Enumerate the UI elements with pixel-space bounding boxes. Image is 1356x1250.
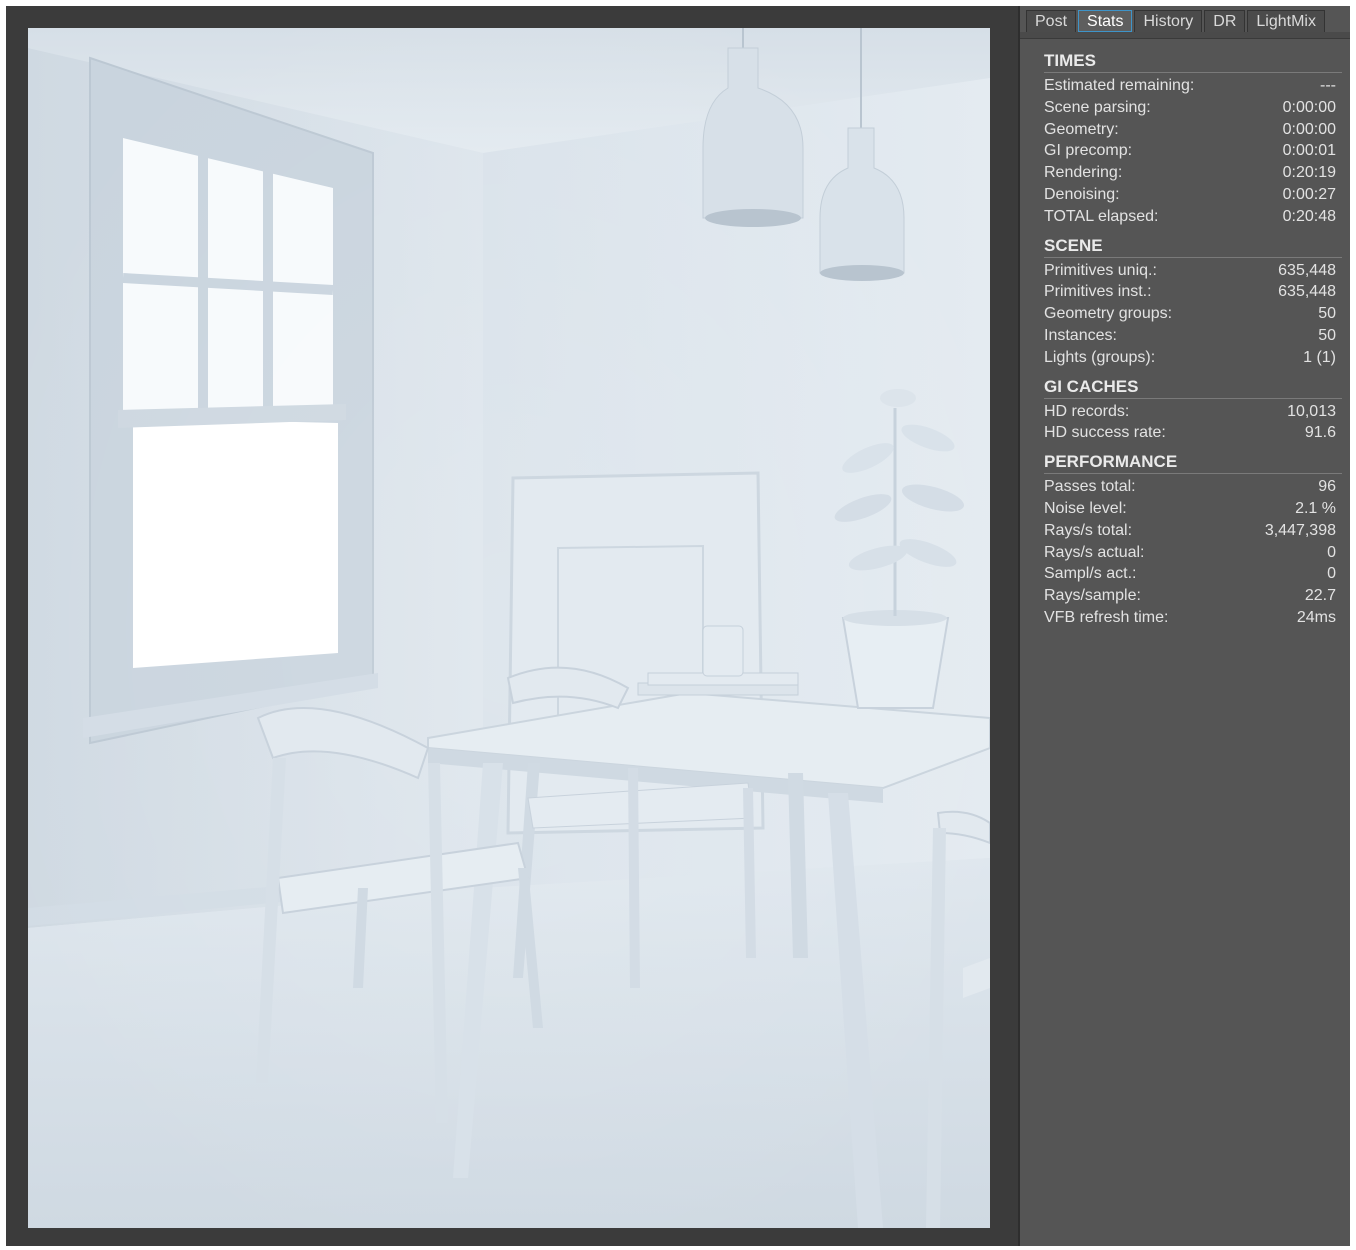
stat-row: VFB refresh time: 24ms [1044, 607, 1342, 629]
stat-label: VFB refresh time: [1044, 608, 1169, 626]
stats-panel: Post Stats History DR LightMix TIMES Est… [1018, 6, 1350, 1246]
stat-row: Scene parsing: 0:00:00 [1044, 97, 1342, 119]
stat-label: Rays/s actual: [1044, 543, 1145, 561]
stat-row: HD records: 10,013 [1044, 401, 1342, 423]
stat-row: Geometry: 0:00:00 [1044, 119, 1342, 141]
stat-label: HD records: [1044, 402, 1130, 420]
stat-value: 3,447,398 [1264, 521, 1336, 539]
stat-value: 22.7 [1304, 587, 1336, 605]
stat-row: Lights (groups): 1 (1) [1044, 347, 1342, 369]
stat-label: Geometry: [1044, 120, 1119, 138]
stat-value: 24ms [1296, 608, 1336, 626]
scene-rows: Primitives uniq.: 635,448 Primitives inst.… [1044, 260, 1342, 369]
stat-value: --- [1320, 77, 1336, 94]
stat-value: 0:20:19 [1282, 164, 1336, 182]
stat-label: Denoising: [1044, 185, 1120, 203]
stat-row: Passes total: 96 [1044, 476, 1342, 498]
stat-row: TOTAL elapsed: 0:20:48 [1044, 206, 1342, 228]
rendered-image[interactable] [28, 28, 990, 1228]
tab-history[interactable]: History [1134, 10, 1203, 32]
stat-row: Rays/s actual: 0 [1044, 542, 1342, 564]
tab-dr[interactable]: DR [1204, 10, 1246, 32]
stat-row: HD success rate: 91.6 [1044, 422, 1342, 444]
tab-post[interactable]: Post [1026, 10, 1077, 32]
stat-row: Primitives uniq.: 635,448 [1044, 260, 1342, 282]
stat-label: Rays/s total: [1044, 521, 1133, 539]
stat-value: 0:00:01 [1282, 142, 1336, 160]
tab-lightmix[interactable]: LightMix [1247, 10, 1325, 32]
stat-label: TOTAL elapsed: [1044, 207, 1159, 225]
stat-label: HD success rate: [1044, 424, 1166, 442]
stat-label: GI precomp: [1044, 142, 1133, 160]
panel-tabs: Post Stats History DR LightMix [1026, 10, 1327, 32]
section-title-gi-caches: GI CACHES [1044, 376, 1342, 399]
section-title-scene: SCENE [1044, 235, 1342, 258]
stat-label: Primitives inst.: [1044, 283, 1152, 301]
stat-value: 50 [1318, 326, 1336, 344]
stat-row: Rendering: 0:20:19 [1044, 162, 1342, 184]
stat-label: Scene parsing: [1044, 98, 1151, 116]
stat-value: 1 (1) [1303, 348, 1336, 366]
stat-label: Estimated remaining: [1044, 77, 1195, 94]
performance-rows: Passes total: 96 Noise level: 2.1 % Rays/s t… [1044, 476, 1342, 629]
stat-value: 96 [1318, 478, 1336, 496]
stat-label: Passes total: [1044, 478, 1136, 496]
stat-value: 0:20:48 [1282, 207, 1336, 225]
gi-caches-rows: HD records: 10,013 HD success rate: 91.6 [1044, 401, 1342, 445]
stat-value: 635,448 [1278, 261, 1336, 279]
stat-value: 0:00:00 [1282, 120, 1336, 138]
stat-value: 91.6 [1304, 424, 1336, 442]
stat-row: Geometry groups: 50 [1044, 303, 1342, 325]
stat-row: Denoising: 0:00:27 [1044, 184, 1342, 206]
frame-buffer-window: Post Stats History DR LightMix TIMES Est… [6, 6, 1350, 1246]
stat-row: Sampl/s act.: 0 [1044, 563, 1342, 585]
stat-label: Lights (groups): [1044, 348, 1156, 366]
stat-value: 50 [1318, 305, 1336, 323]
stat-row: Instances: 50 [1044, 325, 1342, 347]
stat-row: Primitives inst.: 635,448 [1044, 281, 1342, 303]
stat-label: Rays/sample: [1044, 587, 1141, 605]
times-rows: Estimated remaining: --- Scene parsing: 0:0… [1044, 75, 1342, 228]
stats-list: TIMES Estimated remaining: --- Scene parsi… [1044, 50, 1342, 629]
tab-strip [1020, 32, 1350, 39]
room-render-illustration [28, 28, 990, 1228]
section-title-performance: PERFORMANCE [1044, 451, 1342, 475]
stat-row: Noise level: 2.1 % [1044, 498, 1342, 520]
stat-value: 0:00:00 [1282, 98, 1336, 116]
stat-label: Rendering: [1044, 164, 1123, 182]
tab-stats[interactable]: Stats [1078, 10, 1133, 32]
stat-value: 0 [1327, 543, 1336, 561]
stat-label: Noise level: [1044, 499, 1127, 517]
stat-row: Estimated remaining: --- [1044, 75, 1342, 97]
stat-row: Rays/sample: 22.7 [1044, 585, 1342, 607]
stat-value: 0 [1327, 565, 1336, 583]
stat-value: 10,013 [1287, 402, 1336, 420]
stat-label: Instances: [1044, 326, 1117, 344]
render-viewport [6, 6, 1018, 1246]
stat-row: GI precomp: 0:00:01 [1044, 140, 1342, 162]
stat-label: Primitives uniq.: [1044, 261, 1157, 279]
section-title-times: TIMES [1044, 50, 1342, 73]
stat-value: 2.1 % [1295, 499, 1336, 517]
stat-row: Rays/s total: 3,447,398 [1044, 520, 1342, 542]
stat-label: Sampl/s act.: [1044, 565, 1137, 583]
stat-value: 635,448 [1278, 283, 1336, 301]
stat-value: 0:00:27 [1282, 185, 1336, 203]
stat-label: Geometry groups: [1044, 305, 1173, 323]
